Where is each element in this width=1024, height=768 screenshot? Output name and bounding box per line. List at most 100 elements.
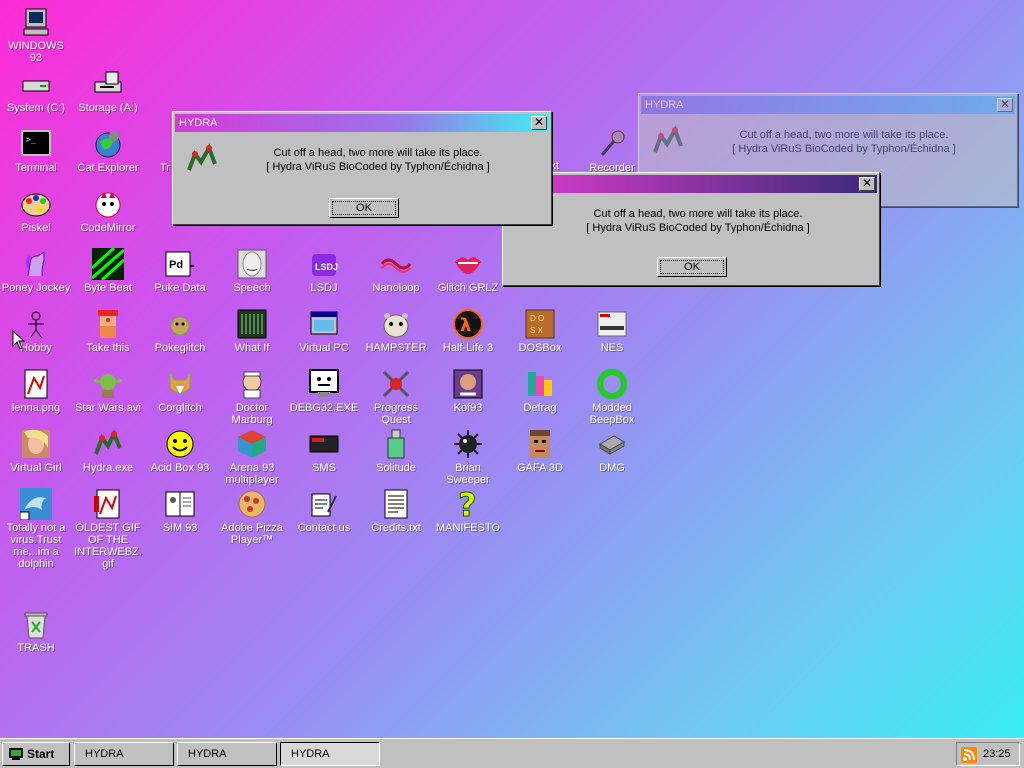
- smiley-icon: [164, 428, 196, 460]
- desktop-icon-modded-beepbox[interactable]: Modded BeepBox: [576, 366, 648, 426]
- hard-drive-icon: [20, 68, 52, 100]
- desktop-icon-pizza-player[interactable]: Adobe Pizza Player™: [216, 486, 288, 546]
- desktop-icon-arena-93[interactable]: Arena 93 multiplayer: [216, 426, 288, 486]
- hydra-dialog-2[interactable]: ✕ Cut off a head, two more will take its…: [502, 172, 880, 286]
- defrag-icon: [524, 368, 556, 400]
- desktop-icon-sim-93[interactable]: SIM 93: [144, 486, 216, 534]
- desktop-icon-dmg[interactable]: DMG: [576, 426, 648, 474]
- close-button[interactable]: ✕: [859, 177, 875, 191]
- desktop-icon-oldest-gif[interactable]: OLDEST GIF OF THE INTERWEBZ.gif: [72, 486, 144, 570]
- desktop-icon-kof93[interactable]: Kof93: [432, 366, 504, 414]
- close-button[interactable]: ✕: [531, 116, 547, 130]
- taskbar-task[interactable]: HYDRA: [177, 742, 277, 766]
- potion-icon: [380, 428, 412, 460]
- corgi-icon: [164, 368, 196, 400]
- desktop-icon-gafa-3d[interactable]: GAFA 3D: [504, 426, 576, 474]
- icon-label: Arena 93 multiplayer: [225, 462, 279, 486]
- dialog-titlebar[interactable]: HYDRA ✕: [641, 96, 1015, 114]
- icon-label: What If: [234, 342, 270, 354]
- icon-label: Puke Data: [154, 282, 206, 294]
- dialog-titlebar[interactable]: ✕: [505, 175, 877, 193]
- doom-face-icon: [524, 428, 556, 460]
- desktop-icon-piskel[interactable]: Piskel: [0, 186, 72, 234]
- dialog-titlebar[interactable]: HYDRA ✕: [175, 114, 549, 132]
- desktop-icon-pokeglitch[interactable]: Pokeglitch: [144, 306, 216, 354]
- desktop-icon-acid-box[interactable]: Acid Box 93: [144, 426, 216, 474]
- desktop-icon-take-this[interactable]: Take this: [72, 306, 144, 354]
- dialog-message-line2: [ Hydra ViRuS BioCoded by Typhon/Échidna…: [266, 161, 490, 173]
- desktop-icon-terminal[interactable]: >_ Terminal: [0, 126, 72, 174]
- dialog-message-line1: Cut off a head, two more will take its p…: [593, 208, 803, 220]
- desktop-icon-codemirror[interactable]: CodeMirror: [72, 186, 144, 234]
- desktop-icon-trash[interactable]: TRASH: [0, 606, 72, 654]
- desktop-icon-cat-explorer[interactable]: Cat Explorer: [72, 126, 144, 174]
- icon-label: OLDEST GIF OF THE INTERWEBZ.gif: [74, 522, 142, 570]
- computer-icon: [20, 6, 52, 38]
- desktop-icon-hampster[interactable]: HAMPSTER: [360, 306, 432, 354]
- desktop-icon-contact-us[interactable]: Contact us: [288, 486, 360, 534]
- desktop-icon-manifesto[interactable]: ? MANIFESTO: [432, 486, 504, 535]
- desktop-icon-windows93[interactable]: WINDOWS 93: [0, 4, 72, 64]
- system-tray: 23:25: [956, 742, 1020, 766]
- icon-label: Totally not a virus.Trust me...im a dolp…: [6, 522, 66, 570]
- desktop-icon-dosbox[interactable]: D O S X DOSBox: [504, 306, 576, 354]
- terminal-icon: >_: [20, 128, 52, 160]
- desktop-icon-debg32[interactable]: DEBG32.EXE: [288, 366, 360, 414]
- icon-label: WINDOWS 93: [8, 40, 64, 64]
- pizza-icon: [236, 488, 268, 520]
- taskbar-task[interactable]: HYDRA: [280, 742, 380, 766]
- desktop-icon-glitch-grlz[interactable]: Glitch GRLZ: [432, 246, 504, 294]
- desktop-icon-poney-jockey[interactable]: Poney Jockey: [0, 246, 72, 294]
- icon-label: Kof93: [453, 402, 483, 414]
- desktop-icon-nes[interactable]: NES: [576, 306, 648, 354]
- desktop-icon-brian-sweeper[interactable]: Brian Sweeper: [432, 426, 504, 486]
- microphone-icon: [596, 128, 628, 160]
- taskbar-task[interactable]: HYDRA: [74, 742, 174, 766]
- desktop-icon-partial-tr[interactable]: Tr: [144, 126, 174, 174]
- rss-feed-icon[interactable]: [961, 747, 977, 763]
- start-logo-icon: [9, 748, 23, 760]
- desktop-icon-half-life-3[interactable]: λ Half-Life 3: [432, 306, 504, 354]
- icon-label: Progress Quest: [373, 402, 419, 426]
- desktop-icon-nanoloop[interactable]: Nanoloop: [360, 246, 432, 294]
- desktop-icon-star-wars[interactable]: Star Wars.avi: [72, 366, 144, 414]
- virtual-pc-icon: [308, 308, 340, 340]
- desktop-icon-corglitch[interactable]: Corglitch: [144, 366, 216, 414]
- dialog-title: HYDRA: [179, 117, 218, 129]
- close-button[interactable]: ✕: [997, 98, 1013, 112]
- icon-label: Star Wars.avi: [75, 402, 141, 414]
- desktop-icon-defrag[interactable]: Defrag: [504, 366, 576, 414]
- pony-icon: [20, 248, 52, 280]
- desktop-icon-doctor-marburg[interactable]: Doctor Marburg: [216, 366, 288, 426]
- svg-text:S X: S X: [530, 326, 544, 335]
- ok-button[interactable]: OK: [657, 257, 727, 277]
- desktop-icon-byte-beat[interactable]: Byte Beat: [72, 246, 144, 294]
- desktop-icon-hydra-exe[interactable]: Hydra.exe: [72, 426, 144, 474]
- desktop-icon-what-if[interactable]: What If: [216, 306, 288, 354]
- desktop-icon-virtual-pc[interactable]: Virtual PC: [288, 306, 360, 354]
- ring-icon: [596, 368, 628, 400]
- desktop-icon-dolphin[interactable]: Totally not a virus.Trust me...im a dolp…: [0, 486, 72, 570]
- desktop-icon-speech[interactable]: Speech: [216, 246, 288, 294]
- icon-label: HAMPSTER: [365, 342, 427, 354]
- hydra-dialog-1[interactable]: HYDRA ✕ Cut off a head, two more will ta…: [172, 111, 552, 225]
- mine-icon: [452, 428, 484, 460]
- icon-label: Poney Jockey: [1, 282, 71, 294]
- start-button[interactable]: Start: [2, 742, 70, 766]
- desktop-icon-credits[interactable]: Credits.txt: [360, 486, 432, 534]
- nes-icon: [596, 308, 628, 340]
- desktop-icon-sms[interactable]: SMS: [288, 426, 360, 474]
- dolphin-icon: [19, 488, 52, 521]
- desktop-icon-lsdj[interactable]: LSDJ LSDJ: [288, 246, 360, 294]
- desktop-icon-lenna[interactable]: lenna.png: [0, 366, 72, 414]
- desktop-icon-storage-a[interactable]: Storage (A:): [72, 66, 144, 114]
- desktop-icon-solitude[interactable]: Solitude: [360, 426, 432, 474]
- desktop-icon-progress-quest[interactable]: Progress Quest: [360, 366, 432, 426]
- desktop-icon-virtual-girl[interactable]: Virtual Girl: [0, 426, 72, 474]
- desktop-icon-hobby[interactable]: Hobby: [0, 306, 72, 354]
- ok-button[interactable]: OK: [329, 198, 399, 218]
- desktop-icon-system-c[interactable]: System (C:): [0, 66, 72, 114]
- icon-label: Solitude: [376, 462, 416, 474]
- desktop-icon-puke-data[interactable]: Pd Puke Data: [144, 246, 216, 294]
- svg-text:?: ?: [458, 488, 477, 520]
